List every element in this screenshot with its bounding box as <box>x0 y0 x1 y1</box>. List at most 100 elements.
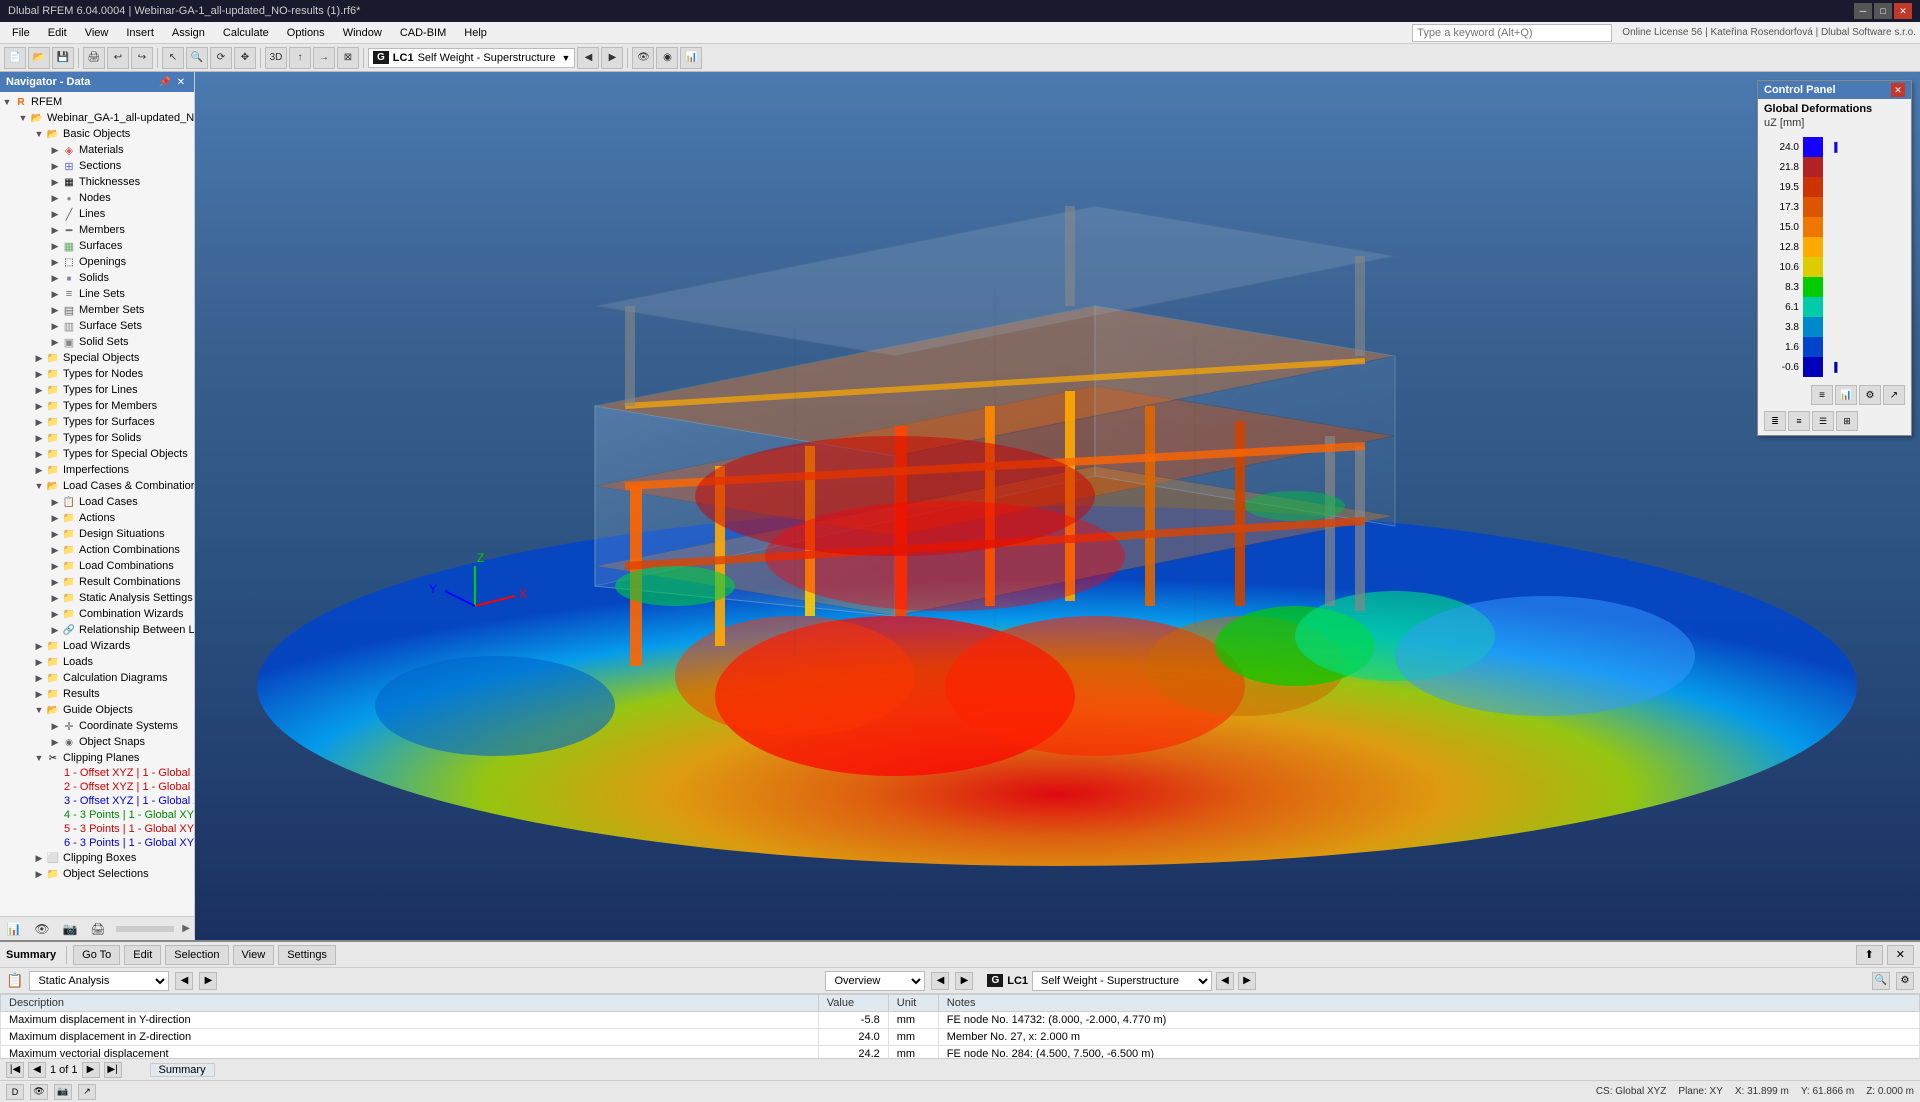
openings-toggle[interactable]: ▶ <box>48 255 62 269</box>
display-button[interactable]: 👁 <box>632 47 654 69</box>
nav-view-btn[interactable]: 📷 <box>60 920 80 938</box>
clipping-planes-item[interactable]: ▼ ✂ Clipping Planes <box>0 750 194 766</box>
load-wizards-item[interactable]: ▶ Load Wizards <box>0 638 194 654</box>
types-surfaces-item[interactable]: ▶ Types for Surfaces <box>0 414 194 430</box>
menu-window[interactable]: Window <box>335 25 390 41</box>
cp-footer-2[interactable]: ≡ <box>1788 411 1810 431</box>
results-item[interactable]: ▶ Results <box>0 686 194 702</box>
clipping-planes-toggle[interactable]: ▼ <box>32 751 46 765</box>
project-toggle[interactable]: ▼ <box>16 111 30 125</box>
types-members-toggle[interactable]: ▶ <box>32 399 46 413</box>
navigator-pin-button[interactable]: 📌 <box>158 75 172 89</box>
solid-sets-toggle[interactable]: ▶ <box>48 335 62 349</box>
materials-toggle[interactable]: ▶ <box>48 143 62 157</box>
coord-systems-item[interactable]: ▶ Coordinate Systems <box>0 718 194 734</box>
menu-options[interactable]: Options <box>279 25 333 41</box>
cp-settings-btn[interactable]: ⚙ <box>1859 385 1881 405</box>
surfaces-item[interactable]: ▶ Surfaces <box>0 238 194 254</box>
lines-item[interactable]: ▶ Lines <box>0 206 194 222</box>
rfem-root-toggle[interactable]: ▼ <box>0 95 14 109</box>
result-filter-btn[interactable]: 🔍 <box>1872 972 1890 990</box>
menu-view[interactable]: View <box>77 25 117 41</box>
bottom-lc-dropdown[interactable]: Self Weight - Superstructure <box>1032 971 1212 991</box>
maximize-button[interactable]: □ <box>1874 3 1892 19</box>
navigator-close-button[interactable]: ✕ <box>174 75 188 89</box>
result-combinations-toggle[interactable]: ▶ <box>48 575 62 589</box>
types-nodes-item[interactable]: ▶ Types for Nodes <box>0 366 194 382</box>
clipping-plane-6[interactable]: 6 - 3 Points | 1 - Global XYZ <box>0 836 194 850</box>
menu-help[interactable]: Help <box>456 25 495 41</box>
clipping-plane-5[interactable]: 5 - 3 Points | 1 - Global XYZ <box>0 822 194 836</box>
member-sets-toggle[interactable]: ▶ <box>48 303 62 317</box>
view-side-button[interactable]: → <box>313 47 335 69</box>
clipping-plane-1[interactable]: 1 - Offset XYZ | 1 - Global X <box>0 766 194 780</box>
load-wizards-toggle[interactable]: ▶ <box>32 639 46 653</box>
guide-objects-item[interactable]: ▼ Guide Objects <box>0 702 194 718</box>
search-input[interactable] <box>1412 24 1612 42</box>
lines-toggle[interactable]: ▶ <box>48 207 62 221</box>
page-next-btn[interactable]: ▶ <box>82 1062 100 1078</box>
solid-sets-item[interactable]: ▶ Solid Sets <box>0 334 194 350</box>
calc-diagrams-item[interactable]: ▶ Calculation Diagrams <box>0 670 194 686</box>
nav-scrollbar[interactable] <box>116 926 174 932</box>
nav-data-btn[interactable]: 📊 <box>4 920 24 938</box>
select-button[interactable]: ↖ <box>162 47 184 69</box>
guide-objects-toggle[interactable]: ▼ <box>32 703 46 717</box>
nodes-item[interactable]: ▶ Nodes <box>0 190 194 206</box>
load-cases-group-toggle[interactable]: ▼ <box>32 479 46 493</box>
new-button[interactable]: 📄 <box>4 47 26 69</box>
view-button[interactable]: View <box>233 945 275 965</box>
settings-button[interactable]: Settings <box>278 945 336 965</box>
view-top-button[interactable]: ⊠ <box>337 47 359 69</box>
combination-wizards-item[interactable]: ▶ Combination Wizards <box>0 606 194 622</box>
analysis-prev-btn[interactable]: ◀ <box>175 972 193 990</box>
types-special-item[interactable]: ▶ Types for Special Objects <box>0 446 194 462</box>
nav-print-btn[interactable]: 🖨 <box>88 920 108 938</box>
page-prev-btn[interactable]: ◀ <box>28 1062 46 1078</box>
action-combinations-item[interactable]: ▶ Action Combinations <box>0 542 194 558</box>
static-analysis-item[interactable]: ▶ Static Analysis Settings <box>0 590 194 606</box>
solids-toggle[interactable]: ▶ <box>48 271 62 285</box>
menu-edit[interactable]: Edit <box>40 25 75 41</box>
types-nodes-toggle[interactable]: ▶ <box>32 367 46 381</box>
clipping-plane-3[interactable]: 3 - Offset XYZ | 1 - Global X <box>0 794 194 808</box>
object-snaps-toggle[interactable]: ▶ <box>48 735 62 749</box>
loads-toggle[interactable]: ▶ <box>32 655 46 669</box>
view-3d-button[interactable]: 3D <box>265 47 287 69</box>
surface-sets-item[interactable]: ▶ Surface Sets <box>0 318 194 334</box>
types-special-toggle[interactable]: ▶ <box>32 447 46 461</box>
analysis-next-btn[interactable]: ▶ <box>199 972 217 990</box>
lc-selector[interactable]: G LC1 Self Weight - Superstructure ▼ <box>368 48 575 68</box>
lc-next-button[interactable]: ▶ <box>601 47 623 69</box>
nav-tree[interactable]: ▼ R RFEM ▼ Webinar_GA-1_all-updated_NO-r… <box>0 92 194 916</box>
loads-item[interactable]: ▶ Loads <box>0 654 194 670</box>
overview-prev-btn[interactable]: ◀ <box>931 972 949 990</box>
surfaces-toggle[interactable]: ▶ <box>48 239 62 253</box>
overview-dropdown[interactable]: Overview <box>825 971 925 991</box>
types-solids-item[interactable]: ▶ Types for Solids <box>0 430 194 446</box>
imperfections-toggle[interactable]: ▶ <box>32 463 46 477</box>
bottom-lc-next-btn[interactable]: ▶ <box>1238 972 1256 990</box>
relationship-item[interactable]: ▶ 🔗 Relationship Between Load C <box>0 622 194 638</box>
status-cam-btn[interactable]: 📷 <box>54 1084 72 1100</box>
close-button[interactable]: ✕ <box>1894 3 1912 19</box>
bottom-lc-prev-btn[interactable]: ◀ <box>1216 972 1234 990</box>
line-sets-item[interactable]: ▶ Line Sets <box>0 286 194 302</box>
special-objects-toggle[interactable]: ▶ <box>32 351 46 365</box>
openings-item[interactable]: ▶ ⬚ Openings <box>0 254 194 270</box>
minimize-button[interactable]: ─ <box>1854 3 1872 19</box>
object-snaps-item[interactable]: ▶ Object Snaps <box>0 734 194 750</box>
combination-wizards-toggle[interactable]: ▶ <box>48 607 62 621</box>
goto-button[interactable]: Go To <box>73 945 120 965</box>
static-analysis-toggle[interactable]: ▶ <box>48 591 62 605</box>
types-surfaces-toggle[interactable]: ▶ <box>32 415 46 429</box>
object-selections-toggle[interactable]: ▶ <box>32 867 46 881</box>
actions-toggle[interactable]: ▶ <box>48 511 62 525</box>
analysis-type-dropdown[interactable]: Static Analysis <box>29 971 169 991</box>
nav-scroll-arrow[interactable]: ▶ <box>182 923 190 934</box>
maximize-panel-btn[interactable]: ⬆ <box>1856 945 1883 965</box>
types-lines-toggle[interactable]: ▶ <box>32 383 46 397</box>
overview-next-btn[interactable]: ▶ <box>955 972 973 990</box>
basic-objects-toggle[interactable]: ▼ <box>32 127 46 141</box>
special-objects-item[interactable]: ▶ Special Objects <box>0 350 194 366</box>
